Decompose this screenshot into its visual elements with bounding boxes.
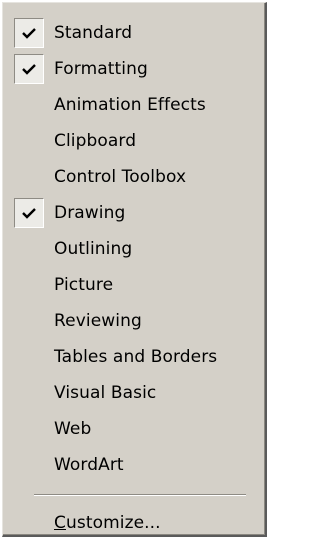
menu-item-label: Tables and Borders: [54, 347, 218, 367]
menu-item-label: Reviewing: [54, 311, 142, 331]
menu-item-outlining[interactable]: Outlining: [6, 231, 261, 267]
menu-item-reviewing[interactable]: Reviewing: [6, 303, 261, 339]
menu-item-label: Picture: [54, 275, 114, 295]
menu-item-control-toolbox[interactable]: Control Toolbox: [6, 159, 261, 195]
menu-separator: [34, 494, 246, 496]
customize-label-rest: ustomize...: [65, 513, 161, 533]
customize-accelerator-key: C: [54, 513, 66, 533]
menu-item-animation-effects[interactable]: Animation Effects: [6, 87, 261, 123]
check-indicator: [14, 54, 44, 84]
check-icon: [22, 208, 36, 219]
menu-item-picture[interactable]: Picture: [6, 267, 261, 303]
menu-item-standard[interactable]: Standard: [6, 15, 261, 51]
menu-item-label: Web: [54, 419, 92, 439]
menu-item-label: Visual Basic: [54, 383, 157, 403]
menu-item-label: Outlining: [54, 239, 133, 259]
menu-item-wordart[interactable]: WordArt: [6, 447, 261, 483]
menu-item-label: WordArt: [54, 455, 124, 475]
menu-item-visual-basic[interactable]: Visual Basic: [6, 375, 261, 411]
menu-item-label: Formatting: [54, 59, 148, 79]
menu-item-customize[interactable]: Customize...: [6, 505, 261, 541]
menu-item-tables-and-borders[interactable]: Tables and Borders: [6, 339, 261, 375]
toolbars-menu: Standard Formatting Animation Effects Cl…: [2, 2, 267, 537]
check-icon: [22, 64, 36, 75]
check-indicator: [14, 198, 44, 228]
menu-item-label: Drawing: [54, 203, 126, 223]
menu-item-label: Control Toolbox: [54, 167, 187, 187]
check-indicator: [14, 18, 44, 48]
menu-item-label: Clipboard: [54, 131, 137, 151]
menu-item-label: Customize...: [54, 505, 161, 541]
menu-item-formatting[interactable]: Formatting: [6, 51, 261, 87]
menu-item-clipboard[interactable]: Clipboard: [6, 123, 261, 159]
check-icon: [22, 28, 36, 39]
menu-item-label: Animation Effects: [54, 95, 206, 115]
menu-item-drawing[interactable]: Drawing: [6, 195, 261, 231]
menu-item-label: Standard: [54, 23, 133, 43]
menu-item-web[interactable]: Web: [6, 411, 261, 447]
